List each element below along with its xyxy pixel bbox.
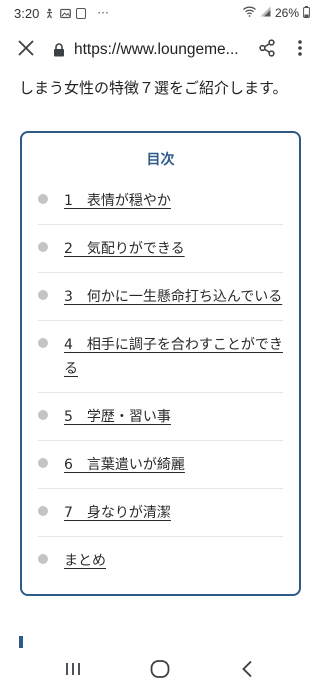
toc-item: 3 何かに一生懸命打ち込んでいる bbox=[38, 273, 283, 321]
close-button[interactable] bbox=[0, 26, 52, 74]
toc-item: 7 身なりが清潔 bbox=[38, 489, 283, 537]
recent-apps-icon bbox=[65, 661, 81, 681]
accessibility-icon bbox=[44, 8, 55, 19]
home-button[interactable] bbox=[140, 651, 180, 691]
toc-link-7[interactable]: 7 身なりが清潔 bbox=[64, 501, 171, 525]
share-icon bbox=[259, 39, 275, 61]
back-button[interactable] bbox=[227, 651, 267, 691]
share-button[interactable] bbox=[252, 26, 282, 74]
url-field[interactable]: https://www.loungeme... bbox=[74, 41, 246, 59]
toc-title: 目次 bbox=[146, 152, 175, 168]
close-icon bbox=[17, 39, 35, 61]
browser-toolbar: https://www.loungeme... bbox=[0, 26, 320, 74]
bullet-icon bbox=[38, 458, 48, 468]
recent-apps-button[interactable] bbox=[53, 651, 93, 691]
bullet-icon bbox=[38, 554, 48, 564]
toc-link-3[interactable]: 3 何かに一生懸命打ち込んでいる bbox=[64, 285, 282, 309]
image-icon bbox=[60, 8, 72, 19]
signal-icon bbox=[260, 6, 271, 20]
bullet-icon bbox=[38, 242, 48, 252]
toc-item: 1 表情が穏やか bbox=[38, 177, 283, 225]
battery-icon bbox=[303, 5, 310, 21]
app-icon bbox=[76, 7, 87, 19]
toc-link-6[interactable]: 6 言葉遣いが綺麗 bbox=[64, 453, 185, 477]
toc-item: 5 学歴・習い事 bbox=[38, 393, 283, 441]
section-heading-marker bbox=[19, 636, 23, 648]
toc-item: 2 気配りができる bbox=[38, 225, 283, 273]
more-vert-icon bbox=[298, 40, 302, 60]
bullet-icon bbox=[38, 506, 48, 516]
bullet-icon bbox=[38, 194, 48, 204]
bullet-icon bbox=[38, 290, 48, 300]
home-icon bbox=[150, 659, 170, 682]
status-time: 3:20 bbox=[14, 5, 40, 21]
intro-text: しまう女性の特徴７選をご紹介します。 bbox=[19, 79, 288, 97]
toc-list: 1 表情が穏やか 2 気配りができる 3 何かに一生懸命打ち込んでいる 4 相手… bbox=[38, 177, 283, 584]
toc-item: 6 言葉遣いが綺麗 bbox=[38, 441, 283, 489]
more-menu-button[interactable] bbox=[282, 26, 318, 74]
back-icon bbox=[241, 660, 253, 682]
table-of-contents: 目次 1 表情が穏やか 2 気配りができる 3 何かに一生懸命打ち込んでいる 4… bbox=[20, 131, 301, 596]
bullet-icon bbox=[38, 338, 48, 348]
bullet-icon bbox=[38, 410, 48, 420]
more-notifications: ··· bbox=[97, 6, 109, 20]
status-bar: 3:20 ··· 26% bbox=[0, 0, 320, 26]
system-nav-bar bbox=[0, 648, 320, 693]
wifi-icon bbox=[243, 6, 256, 20]
toc-link-summary[interactable]: まとめ bbox=[64, 549, 106, 573]
toc-link-2[interactable]: 2 気配りができる bbox=[64, 237, 185, 261]
toc-item: まとめ bbox=[38, 537, 283, 584]
toc-link-5[interactable]: 5 学歴・習い事 bbox=[64, 405, 171, 429]
toc-item: 4 相手に調子を合わすことができる bbox=[38, 321, 283, 393]
toc-link-1[interactable]: 1 表情が穏やか bbox=[64, 189, 171, 213]
lock-icon[interactable] bbox=[52, 26, 66, 74]
toc-link-4[interactable]: 4 相手に調子を合わすことができる bbox=[64, 333, 283, 381]
battery-text: 26% bbox=[274, 6, 299, 20]
